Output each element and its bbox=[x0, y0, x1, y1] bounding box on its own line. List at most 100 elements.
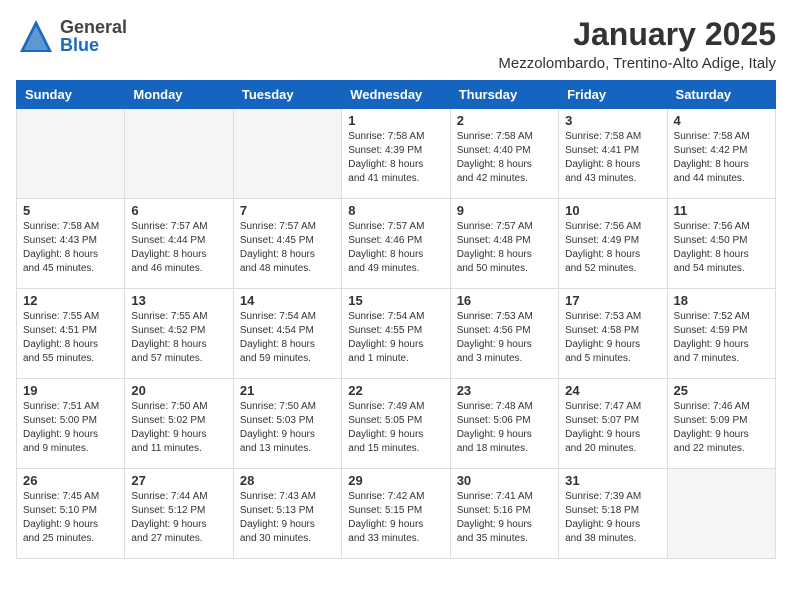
day-number: 28 bbox=[240, 473, 335, 488]
day-info: Sunrise: 7:57 AM Sunset: 4:44 PM Dayligh… bbox=[131, 220, 226, 276]
calendar-day-cell bbox=[17, 109, 125, 199]
day-number: 6 bbox=[131, 203, 226, 218]
day-info: Sunrise: 7:44 AM Sunset: 5:12 PM Dayligh… bbox=[131, 490, 226, 546]
day-info: Sunrise: 7:58 AM Sunset: 4:42 PM Dayligh… bbox=[674, 130, 769, 186]
calendar-day-cell: 15Sunrise: 7:54 AM Sunset: 4:55 PM Dayli… bbox=[342, 289, 450, 379]
calendar-day-cell bbox=[667, 469, 775, 559]
calendar-day-cell: 9 Sunrise: 7:57 AM Sunset: 4:48 PM Daylig… bbox=[450, 199, 558, 289]
day-of-week-header: Monday bbox=[125, 81, 233, 109]
calendar-day-cell: 23 Sunrise: 7:48 AM Sunset: 5:06 PM Dayli… bbox=[450, 379, 558, 469]
calendar-day-cell: 16 Sunrise: 7:53 AM Sunset: 4:56 PM Dayli… bbox=[450, 289, 558, 379]
day-of-week-header: Wednesday bbox=[342, 81, 450, 109]
calendar-day-cell bbox=[233, 109, 341, 199]
day-info: Sunrise: 7:57 AM Sunset: 4:45 PM Dayligh… bbox=[240, 220, 335, 276]
day-number: 25 bbox=[674, 383, 769, 398]
calendar-day-cell: 12Sunrise: 7:55 AM Sunset: 4:51 PM Dayli… bbox=[17, 289, 125, 379]
calendar-day-cell: 11 Sunrise: 7:56 AM Sunset: 4:50 PM Dayli… bbox=[667, 199, 775, 289]
calendar-day-cell: 29 Sunrise: 7:42 AM Sunset: 5:15 PM Dayli… bbox=[342, 469, 450, 559]
logo-general-text: General bbox=[60, 18, 127, 36]
day-info: Sunrise: 7:58 AM Sunset: 4:40 PM Dayligh… bbox=[457, 130, 552, 186]
day-number: 8 bbox=[348, 203, 443, 218]
day-info: Sunrise: 7:56 AM Sunset: 4:49 PM Dayligh… bbox=[565, 220, 660, 276]
location-subtitle: Mezzolombardo, Trentino-Alto Adige, Ital… bbox=[498, 55, 776, 72]
calendar-day-cell: 6 Sunrise: 7:57 AM Sunset: 4:44 PM Daylig… bbox=[125, 199, 233, 289]
day-number: 14 bbox=[240, 293, 335, 308]
calendar-day-cell: 5 Sunrise: 7:58 AM Sunset: 4:43 PM Daylig… bbox=[17, 199, 125, 289]
day-number: 30 bbox=[457, 473, 552, 488]
day-info: Sunrise: 7:58 AM Sunset: 4:43 PM Dayligh… bbox=[23, 220, 118, 276]
day-of-week-header: Friday bbox=[559, 81, 667, 109]
day-info: Sunrise: 7:53 AM Sunset: 4:56 PM Dayligh… bbox=[457, 310, 552, 366]
day-info: Sunrise: 7:58 AM Sunset: 4:39 PM Dayligh… bbox=[348, 130, 443, 186]
calendar-day-cell: 8Sunrise: 7:57 AM Sunset: 4:46 PM Daylig… bbox=[342, 199, 450, 289]
day-info: Sunrise: 7:51 AM Sunset: 5:00 PM Dayligh… bbox=[23, 400, 118, 456]
calendar-day-cell: 18Sunrise: 7:52 AM Sunset: 4:59 PM Dayli… bbox=[667, 289, 775, 379]
logo-icon bbox=[16, 16, 56, 56]
day-info: Sunrise: 7:54 AM Sunset: 4:54 PM Dayligh… bbox=[240, 310, 335, 366]
day-info: Sunrise: 7:43 AM Sunset: 5:13 PM Dayligh… bbox=[240, 490, 335, 546]
calendar-day-cell: 4Sunrise: 7:58 AM Sunset: 4:42 PM Daylig… bbox=[667, 109, 775, 199]
calendar-day-cell: 3Sunrise: 7:58 AM Sunset: 4:41 PM Daylig… bbox=[559, 109, 667, 199]
calendar-week-row: 5 Sunrise: 7:58 AM Sunset: 4:43 PM Daylig… bbox=[17, 199, 776, 289]
calendar-day-cell: 14 Sunrise: 7:54 AM Sunset: 4:54 PM Dayli… bbox=[233, 289, 341, 379]
day-number: 7 bbox=[240, 203, 335, 218]
day-number: 24 bbox=[565, 383, 660, 398]
calendar-day-cell: 7 Sunrise: 7:57 AM Sunset: 4:45 PM Daylig… bbox=[233, 199, 341, 289]
calendar-day-cell: 20 Sunrise: 7:50 AM Sunset: 5:02 PM Dayli… bbox=[125, 379, 233, 469]
calendar-day-cell: 21 Sunrise: 7:50 AM Sunset: 5:03 PM Dayli… bbox=[233, 379, 341, 469]
day-info: Sunrise: 7:56 AM Sunset: 4:50 PM Dayligh… bbox=[674, 220, 769, 276]
day-number: 20 bbox=[131, 383, 226, 398]
day-of-week-header: Thursday bbox=[450, 81, 558, 109]
calendar-day-cell: 30 Sunrise: 7:41 AM Sunset: 5:16 PM Dayli… bbox=[450, 469, 558, 559]
calendar-day-cell: 28 Sunrise: 7:43 AM Sunset: 5:13 PM Dayli… bbox=[233, 469, 341, 559]
calendar-day-cell: 17 Sunrise: 7:53 AM Sunset: 4:58 PM Dayli… bbox=[559, 289, 667, 379]
calendar-day-cell: 10 Sunrise: 7:56 AM Sunset: 4:49 PM Dayli… bbox=[559, 199, 667, 289]
calendar-week-row: 19Sunrise: 7:51 AM Sunset: 5:00 PM Dayli… bbox=[17, 379, 776, 469]
day-number: 5 bbox=[23, 203, 118, 218]
day-number: 16 bbox=[457, 293, 552, 308]
calendar-week-row: 26Sunrise: 7:45 AM Sunset: 5:10 PM Dayli… bbox=[17, 469, 776, 559]
calendar-day-cell: 25Sunrise: 7:46 AM Sunset: 5:09 PM Dayli… bbox=[667, 379, 775, 469]
day-info: Sunrise: 7:55 AM Sunset: 4:52 PM Dayligh… bbox=[131, 310, 226, 366]
month-title: January 2025 bbox=[498, 16, 776, 53]
day-number: 31 bbox=[565, 473, 660, 488]
day-number: 2 bbox=[457, 113, 552, 128]
day-info: Sunrise: 7:50 AM Sunset: 5:03 PM Dayligh… bbox=[240, 400, 335, 456]
calendar-day-cell: 24 Sunrise: 7:47 AM Sunset: 5:07 PM Dayli… bbox=[559, 379, 667, 469]
day-info: Sunrise: 7:47 AM Sunset: 5:07 PM Dayligh… bbox=[565, 400, 660, 456]
calendar-week-row: 1Sunrise: 7:58 AM Sunset: 4:39 PM Daylig… bbox=[17, 109, 776, 199]
day-info: Sunrise: 7:57 AM Sunset: 4:48 PM Dayligh… bbox=[457, 220, 552, 276]
calendar-day-cell bbox=[125, 109, 233, 199]
day-info: Sunrise: 7:53 AM Sunset: 4:58 PM Dayligh… bbox=[565, 310, 660, 366]
calendar-day-cell: 2 Sunrise: 7:58 AM Sunset: 4:40 PM Daylig… bbox=[450, 109, 558, 199]
calendar-day-cell: 27Sunrise: 7:44 AM Sunset: 5:12 PM Dayli… bbox=[125, 469, 233, 559]
day-info: Sunrise: 7:45 AM Sunset: 5:10 PM Dayligh… bbox=[23, 490, 118, 546]
day-number: 22 bbox=[348, 383, 443, 398]
calendar-day-cell: 31 Sunrise: 7:39 AM Sunset: 5:18 PM Dayli… bbox=[559, 469, 667, 559]
day-number: 21 bbox=[240, 383, 335, 398]
day-number: 29 bbox=[348, 473, 443, 488]
day-info: Sunrise: 7:50 AM Sunset: 5:02 PM Dayligh… bbox=[131, 400, 226, 456]
day-number: 15 bbox=[348, 293, 443, 308]
title-block: January 2025 Mezzolombardo, Trentino-Alt… bbox=[498, 16, 776, 72]
day-of-week-header: Saturday bbox=[667, 81, 775, 109]
day-number: 12 bbox=[23, 293, 118, 308]
day-info: Sunrise: 7:48 AM Sunset: 5:06 PM Dayligh… bbox=[457, 400, 552, 456]
calendar-header-row: SundayMondayTuesdayWednesdayThursdayFrid… bbox=[17, 81, 776, 109]
day-number: 9 bbox=[457, 203, 552, 218]
calendar-table: SundayMondayTuesdayWednesdayThursdayFrid… bbox=[16, 80, 776, 559]
day-info: Sunrise: 7:58 AM Sunset: 4:41 PM Dayligh… bbox=[565, 130, 660, 186]
day-info: Sunrise: 7:42 AM Sunset: 5:15 PM Dayligh… bbox=[348, 490, 443, 546]
day-number: 23 bbox=[457, 383, 552, 398]
day-number: 11 bbox=[674, 203, 769, 218]
day-info: Sunrise: 7:41 AM Sunset: 5:16 PM Dayligh… bbox=[457, 490, 552, 546]
day-info: Sunrise: 7:49 AM Sunset: 5:05 PM Dayligh… bbox=[348, 400, 443, 456]
day-of-week-header: Tuesday bbox=[233, 81, 341, 109]
calendar-week-row: 12Sunrise: 7:55 AM Sunset: 4:51 PM Dayli… bbox=[17, 289, 776, 379]
calendar-day-cell: 13Sunrise: 7:55 AM Sunset: 4:52 PM Dayli… bbox=[125, 289, 233, 379]
day-number: 10 bbox=[565, 203, 660, 218]
calendar-day-cell: 19Sunrise: 7:51 AM Sunset: 5:00 PM Dayli… bbox=[17, 379, 125, 469]
day-info: Sunrise: 7:39 AM Sunset: 5:18 PM Dayligh… bbox=[565, 490, 660, 546]
logo: General Blue bbox=[16, 16, 127, 56]
day-number: 17 bbox=[565, 293, 660, 308]
